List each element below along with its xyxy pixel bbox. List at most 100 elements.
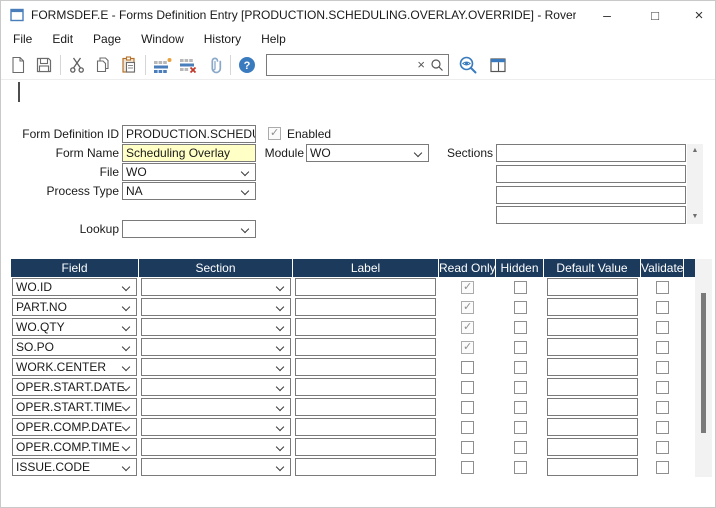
read-only-checkbox[interactable] <box>461 281 474 294</box>
default-value-input[interactable] <box>547 378 638 396</box>
read-only-checkbox[interactable] <box>461 381 474 394</box>
validate-checkbox[interactable] <box>656 461 669 474</box>
section-dropdown[interactable] <box>141 278 291 296</box>
search-clear-icon[interactable]: × <box>417 57 425 72</box>
hidden-checkbox[interactable] <box>514 301 527 314</box>
default-value-input[interactable] <box>547 418 638 436</box>
read-only-checkbox[interactable] <box>461 441 474 454</box>
field-dropdown[interactable]: WO.ID <box>12 278 137 296</box>
default-value-input[interactable] <box>547 338 638 356</box>
label-input[interactable] <box>295 298 436 316</box>
hidden-checkbox[interactable] <box>514 441 527 454</box>
lookup-dropdown[interactable] <box>122 220 256 238</box>
default-value-input[interactable] <box>547 298 638 316</box>
module-dropdown[interactable]: WO <box>306 144 429 162</box>
hidden-checkbox[interactable] <box>514 381 527 394</box>
minimize-button[interactable]: – <box>587 1 627 29</box>
sections-scrollbar[interactable]: ▲ ▼ <box>687 144 703 224</box>
section-dropdown[interactable] <box>141 418 291 436</box>
menu-help[interactable]: Help <box>251 29 296 50</box>
read-only-checkbox[interactable] <box>461 361 474 374</box>
copy-button[interactable] <box>90 53 116 77</box>
hidden-checkbox[interactable] <box>514 461 527 474</box>
validate-checkbox[interactable] <box>656 341 669 354</box>
menu-edit[interactable]: Edit <box>42 29 83 50</box>
search-icon[interactable] <box>429 57 445 73</box>
field-dropdown[interactable]: ISSUE.CODE <box>12 458 137 476</box>
section-input[interactable] <box>496 165 686 183</box>
label-input[interactable] <box>295 458 436 476</box>
section-input[interactable] <box>496 206 686 224</box>
hidden-checkbox[interactable] <box>514 361 527 374</box>
default-value-input[interactable] <box>547 438 638 456</box>
validate-checkbox[interactable] <box>656 301 669 314</box>
close-button[interactable]: × <box>679 1 716 29</box>
new-document-button[interactable] <box>5 53 31 77</box>
validate-checkbox[interactable] <box>656 381 669 394</box>
menu-file[interactable]: File <box>3 29 42 50</box>
menu-window[interactable]: Window <box>131 29 194 50</box>
hidden-checkbox[interactable] <box>514 321 527 334</box>
validate-checkbox[interactable] <box>656 441 669 454</box>
read-only-checkbox[interactable] <box>461 421 474 434</box>
field-dropdown[interactable]: OPER.COMP.TIME <box>12 438 137 456</box>
form-definition-id-input[interactable]: PRODUCTION.SCHEDULING.OVERLAY.OVERRIDE <box>122 125 256 143</box>
read-only-checkbox[interactable] <box>461 321 474 334</box>
section-input[interactable] <box>496 186 686 204</box>
validate-checkbox[interactable] <box>656 401 669 414</box>
label-input[interactable] <box>295 338 436 356</box>
scroll-down-icon[interactable]: ▼ <box>687 211 703 223</box>
section-dropdown[interactable] <box>141 358 291 376</box>
field-dropdown[interactable]: SO.PO <box>12 338 137 356</box>
section-dropdown[interactable] <box>141 298 291 316</box>
scroll-up-icon[interactable]: ▲ <box>687 145 703 157</box>
validate-checkbox[interactable] <box>656 281 669 294</box>
hidden-checkbox[interactable] <box>514 421 527 434</box>
section-dropdown[interactable] <box>141 338 291 356</box>
read-only-checkbox[interactable] <box>461 401 474 414</box>
field-dropdown[interactable]: PART.NO <box>12 298 137 316</box>
section-dropdown[interactable] <box>141 458 291 476</box>
section-dropdown[interactable] <box>141 398 291 416</box>
default-value-input[interactable] <box>547 398 638 416</box>
cut-button[interactable] <box>64 53 90 77</box>
hidden-checkbox[interactable] <box>514 401 527 414</box>
insert-row-button[interactable] <box>149 53 175 77</box>
help-button[interactable]: ? <box>234 53 260 77</box>
attachment-button[interactable] <box>201 53 227 77</box>
read-only-checkbox[interactable] <box>461 461 474 474</box>
label-input[interactable] <box>295 398 436 416</box>
menu-history[interactable]: History <box>194 29 251 50</box>
default-value-input[interactable] <box>547 278 638 296</box>
layout-button[interactable] <box>485 53 511 77</box>
validate-checkbox[interactable] <box>656 321 669 334</box>
view-record-button[interactable] <box>455 53 481 77</box>
hidden-checkbox[interactable] <box>514 281 527 294</box>
default-value-input[interactable] <box>547 318 638 336</box>
section-dropdown[interactable] <box>141 378 291 396</box>
menu-page[interactable]: Page <box>83 29 131 50</box>
file-dropdown[interactable]: WO <box>122 163 256 181</box>
section-input[interactable] <box>496 144 686 162</box>
form-name-input[interactable]: Scheduling Overlay <box>122 144 256 162</box>
field-dropdown[interactable]: WO.QTY <box>12 318 137 336</box>
validate-checkbox[interactable] <box>656 361 669 374</box>
grid-scrollbar[interactable] <box>695 259 712 477</box>
delete-row-button[interactable] <box>175 53 201 77</box>
maximize-button[interactable]: □ <box>635 1 675 29</box>
label-input[interactable] <box>295 378 436 396</box>
process-type-dropdown[interactable]: NA <box>122 182 256 200</box>
section-dropdown[interactable] <box>141 438 291 456</box>
grid-scrollbar-thumb[interactable] <box>701 293 706 433</box>
field-dropdown[interactable]: OPER.START.TIME <box>12 398 137 416</box>
section-dropdown[interactable] <box>141 318 291 336</box>
default-value-input[interactable] <box>547 458 638 476</box>
validate-checkbox[interactable] <box>656 421 669 434</box>
label-input[interactable] <box>295 278 436 296</box>
field-dropdown[interactable]: OPER.START.DATE <box>12 378 137 396</box>
label-input[interactable] <box>295 318 436 336</box>
save-button[interactable] <box>31 53 57 77</box>
label-input[interactable] <box>295 358 436 376</box>
field-dropdown[interactable]: OPER.COMP.DATE <box>12 418 137 436</box>
paste-button[interactable] <box>116 53 142 77</box>
